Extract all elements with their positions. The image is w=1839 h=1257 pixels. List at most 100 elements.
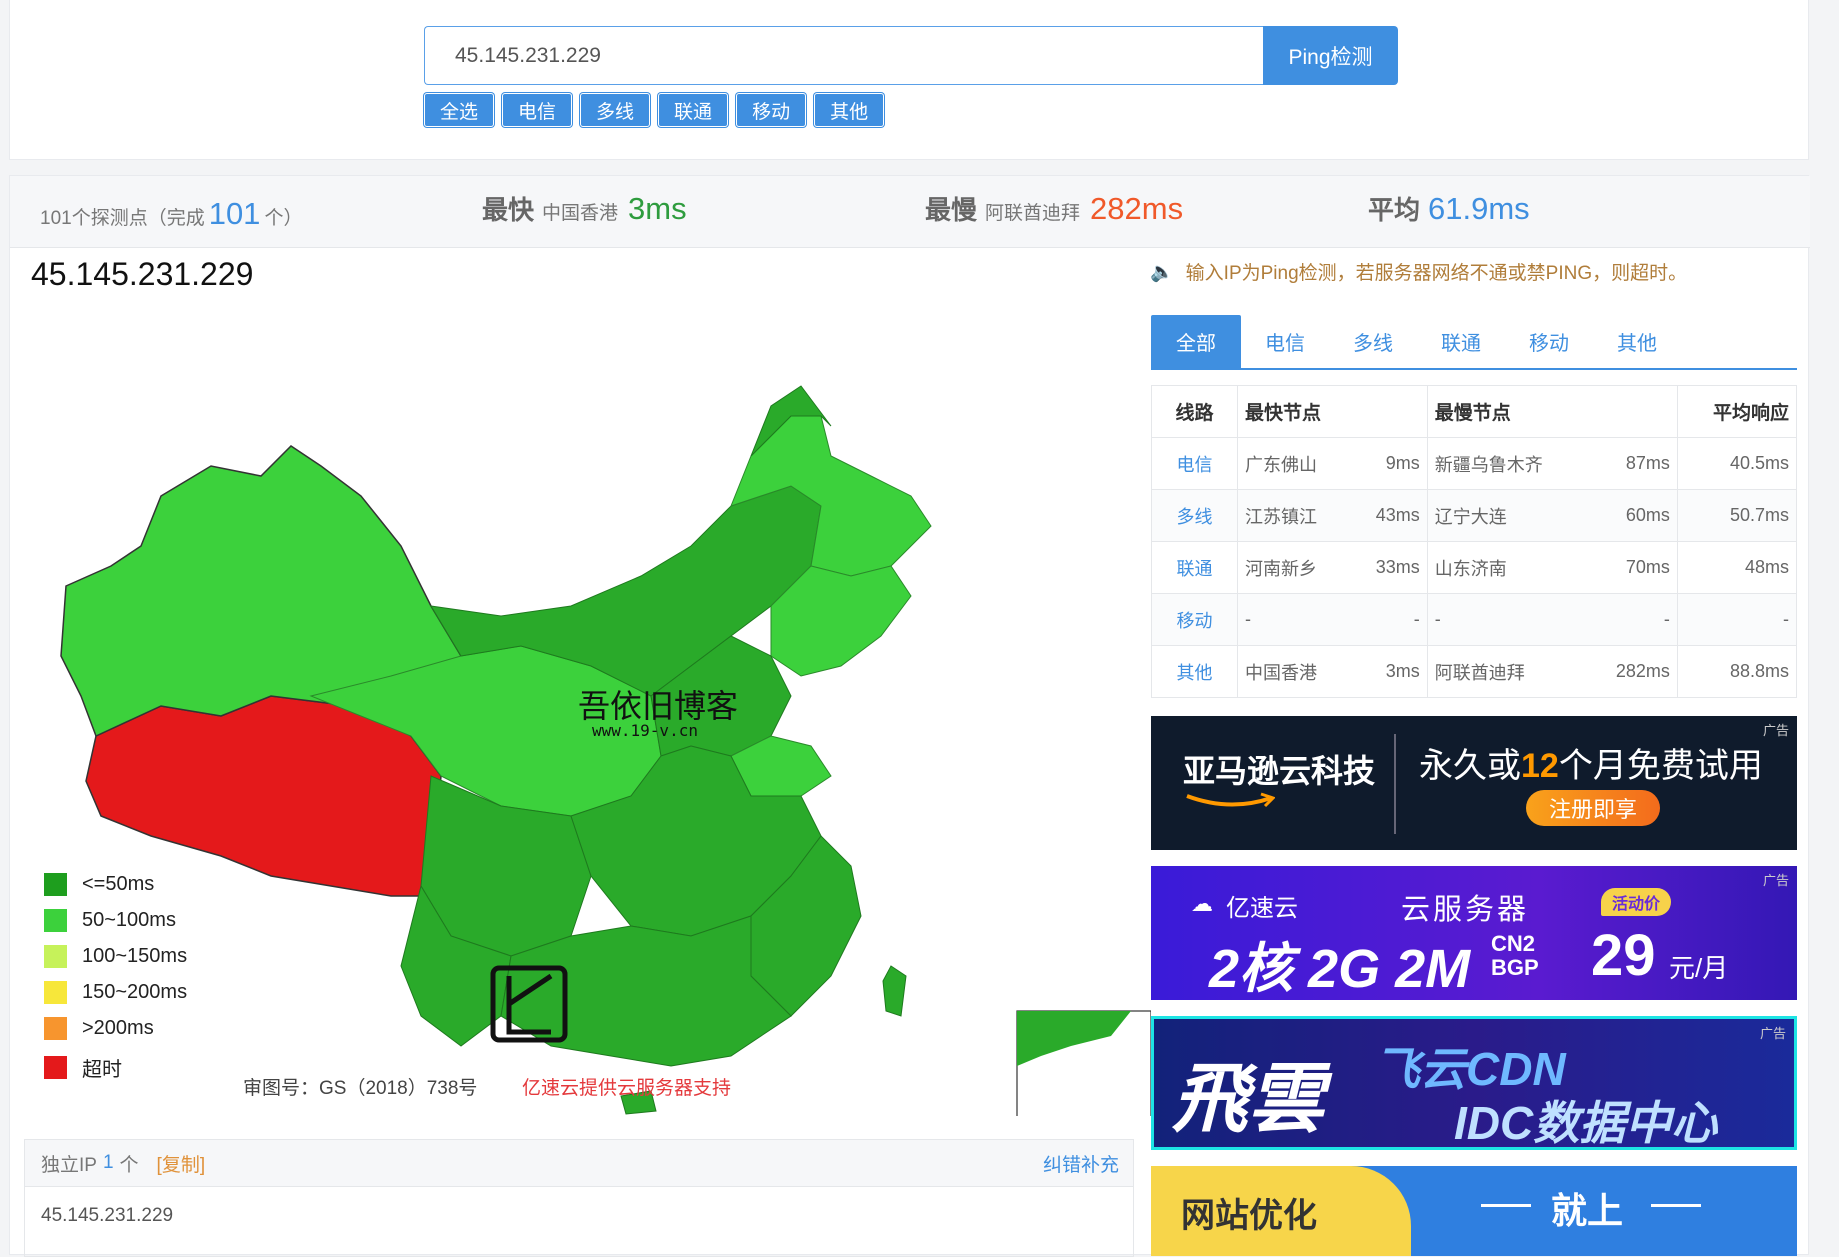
row-isp[interactable]: 电信: [1151, 437, 1238, 490]
fastest-value: 3ms: [628, 191, 687, 226]
row-slow-node: -: [1426, 593, 1588, 646]
legend-swatch: [44, 945, 67, 968]
row-avg: 40.5ms: [1676, 437, 1798, 490]
row-slow-ms: 60ms: [1587, 489, 1678, 542]
legend-item: >200ms: [44, 1017, 154, 1040]
legend-swatch: [44, 909, 67, 932]
copy-ip-button[interactable]: [复制]: [157, 1150, 206, 1177]
aws-offer-2: 个月免费试用: [1558, 747, 1763, 785]
aws-signup-button[interactable]: 注册即享: [1526, 790, 1660, 826]
average-value: 61.9ms: [1428, 191, 1530, 226]
cloud-icon: ☁: [1191, 891, 1213, 916]
yisu-cn2-line1: CN2: [1491, 931, 1536, 956]
row-isp[interactable]: 多线: [1151, 489, 1238, 542]
ad-feiyun-banner[interactable]: 广告 飛雲 飞云CDN IDC数据中心: [1151, 1016, 1797, 1150]
probe-done-count: 101: [208, 196, 261, 231]
row-slow-node: 辽宁大连: [1426, 489, 1588, 542]
table-row: 多线 江苏镇江 43ms 辽宁大连 60ms 50.7ms: [1151, 489, 1798, 542]
legend-label: >200ms: [82, 1017, 154, 1039]
ad-aws-banner[interactable]: 广告 亚马逊云科技 永久或12个月免费试用 注册即享: [1151, 716, 1797, 850]
filter-mobile-button[interactable]: 移动: [736, 93, 807, 127]
row-fast-ms: 9ms: [1350, 437, 1428, 490]
tab-multiline[interactable]: 多线: [1329, 315, 1417, 368]
table-row: 其他 中国香港 3ms 阿联酋迪拜 282ms 88.8ms: [1151, 645, 1798, 698]
tab-telecom[interactable]: 电信: [1241, 315, 1329, 368]
row-avg: 50.7ms: [1676, 489, 1798, 542]
unique-ip-list: 45.145.231.229: [24, 1187, 1134, 1257]
filter-multiline-button[interactable]: 多线: [580, 93, 651, 127]
unique-ip-label: 独立IP: [41, 1154, 97, 1176]
row-fast-ms: -: [1350, 593, 1428, 646]
row-avg: 88.8ms: [1676, 645, 1798, 698]
legend-item: 150~200ms: [44, 981, 187, 1004]
ad-tag: 广告: [1759, 1026, 1786, 1041]
report-fix-link[interactable]: 纠错补充: [1043, 1150, 1119, 1177]
probe-prefix: 101个探测点（完成: [40, 208, 205, 229]
legend-item: 100~150ms: [44, 945, 187, 968]
row-avg: 48ms: [1676, 541, 1798, 594]
filter-unicom-button[interactable]: 联通: [658, 93, 729, 127]
notice-text: 输入IP为Ping检测，若服务器网络不通或禁PING，则超时。: [1185, 263, 1688, 284]
filter-other-button[interactable]: 其他: [814, 93, 885, 127]
legend-swatch: [44, 873, 67, 896]
ad-yisu-banner[interactable]: 广告 亿速云 ☁ 云服务器 活动价 2核 2G 2M CN2 BGP 29 元/月: [1151, 866, 1797, 1000]
slowest-value: 282ms: [1090, 191, 1184, 226]
slowest-stat: 最慢 阿联酋迪拜 282ms: [925, 190, 1183, 227]
legend-label: 100~150ms: [82, 945, 188, 967]
probe-count: 101个探测点（完成 101 个）: [40, 196, 302, 232]
row-slow-node: 新疆乌鲁木齐: [1426, 437, 1588, 490]
row-slow-ms: 87ms: [1587, 437, 1678, 490]
ip-search-input[interactable]: [424, 26, 1264, 85]
aws-offer-num: 12: [1521, 747, 1559, 785]
row-isp[interactable]: 联通: [1151, 541, 1238, 594]
legend-item: 超时: [44, 1053, 122, 1082]
tab-unicom[interactable]: 联通: [1417, 315, 1505, 368]
isp-tabs: 全部 电信 多线 联通 移动 其他: [1151, 315, 1797, 370]
filter-all-button[interactable]: 全选: [424, 93, 495, 127]
unique-ip-count: 1: [102, 1152, 114, 1173]
ad-tag: 广告: [1762, 873, 1789, 888]
fastest-stat: 最快 中国香港 3ms: [482, 190, 687, 227]
col-average: 平均响应: [1676, 385, 1798, 438]
legend-swatch: [44, 1056, 67, 1079]
legend-label: 50~100ms: [82, 909, 176, 931]
fastest-node: 中国香港: [542, 203, 619, 224]
row-fast-node: 中国香港: [1236, 645, 1351, 698]
row-slow-ms: -: [1587, 593, 1678, 646]
search-card: Ping检测 全选 电信 多线 联通 移动 其他: [9, 0, 1809, 160]
yisu-cn2: CN2 BGP: [1491, 932, 1539, 980]
stats-bar: 101个探测点（完成 101 个） 最快 中国香港 3ms 最慢 阿联酋迪拜 2…: [10, 176, 1810, 248]
col-fastest: 最快节点: [1237, 385, 1428, 438]
yisu-spec: 2核 2G 2M: [1209, 939, 1471, 999]
table-row: 联通 河南新乡 33ms 山东济南 70ms 48ms: [1151, 541, 1798, 594]
unique-ip-bar: 独立IP 1 个 [复制] 纠错补充: [24, 1139, 1134, 1187]
row-isp[interactable]: 其他: [1151, 645, 1238, 698]
seo-title: 网站优化: [1181, 1197, 1317, 1235]
yisu-unit: 元/月: [1669, 953, 1729, 983]
ad-seo-banner[interactable]: 网站优化 就上: [1151, 1166, 1797, 1256]
row-fast-node: 广东佛山: [1236, 437, 1351, 490]
yisu-brand: 亿速云: [1226, 895, 1298, 922]
slowest-node: 阿联酋迪拜: [985, 203, 1081, 224]
tab-all[interactable]: 全部: [1151, 315, 1241, 368]
probe-suffix: 个）: [264, 208, 303, 229]
sponsor-link[interactable]: 亿速云提供云服务器支持: [522, 1073, 731, 1100]
seo-go: 就上: [1551, 1190, 1624, 1231]
tab-mobile[interactable]: 移动: [1505, 315, 1593, 368]
tab-other[interactable]: 其他: [1593, 315, 1681, 368]
row-slow-node: 山东济南: [1426, 541, 1588, 594]
table-row: 移动 - - - - -: [1151, 593, 1798, 646]
ping-check-button[interactable]: Ping检测: [1263, 26, 1398, 85]
row-fast-ms: 43ms: [1350, 489, 1428, 542]
row-fast-node: 江苏镇江: [1236, 489, 1351, 542]
legend-item: <=50ms: [44, 873, 154, 896]
legend-swatch: [44, 981, 67, 1004]
row-fast-node: -: [1236, 593, 1351, 646]
legend-item: 50~100ms: [44, 909, 176, 932]
row-isp[interactable]: 移动: [1151, 593, 1238, 646]
filter-telecom-button[interactable]: 电信: [502, 93, 573, 127]
legend-swatch: [44, 1017, 67, 1040]
yisu-price: 29: [1591, 923, 1656, 988]
legend-label: 超时: [82, 1059, 122, 1081]
yisu-title: 云服务器: [1401, 894, 1530, 926]
